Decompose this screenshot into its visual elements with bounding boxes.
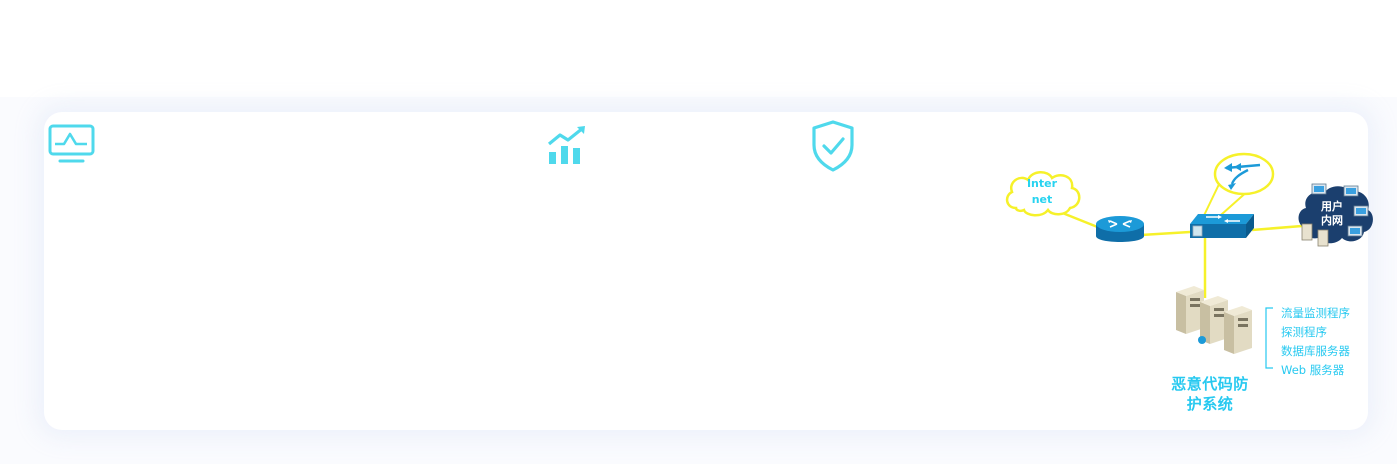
intranet-label-line1: 用户 (1321, 200, 1343, 213)
shield-check-icon (812, 120, 854, 172)
system-label-line1: 恶意代码防 (1171, 375, 1249, 393)
internet-label-line1: Inter (1026, 177, 1058, 190)
zoom-callout-icon (1213, 152, 1275, 196)
network-diagram: Inter net 用户 内网 恶意代码防 护系统 流量监测程序 探测程序 数据… (990, 140, 1390, 440)
trend-chart-icon (547, 126, 585, 164)
system-label-line2: 护系统 (1186, 395, 1234, 413)
component-item: 探测程序 (1281, 325, 1327, 339)
component-item: Web 服务器 (1281, 363, 1345, 377)
intranet-label-line2: 内网 (1321, 214, 1343, 227)
intranet-label: 用户 内网 (1317, 200, 1347, 228)
switch-icon (1190, 214, 1254, 238)
internet-label: Inter net (1021, 176, 1063, 208)
component-item: 流量监测程序 (1281, 306, 1350, 320)
router-icon (1096, 216, 1144, 242)
component-item: 数据库服务器 (1281, 344, 1350, 358)
internet-label-line2: net (1031, 193, 1053, 206)
server-cluster-icon (1176, 286, 1252, 354)
monitor-icon (48, 124, 95, 163)
component-list: 流量监测程序 探测程序 数据库服务器 Web 服务器 (1281, 304, 1350, 380)
system-label: 恶意代码防 护系统 (1162, 374, 1258, 414)
